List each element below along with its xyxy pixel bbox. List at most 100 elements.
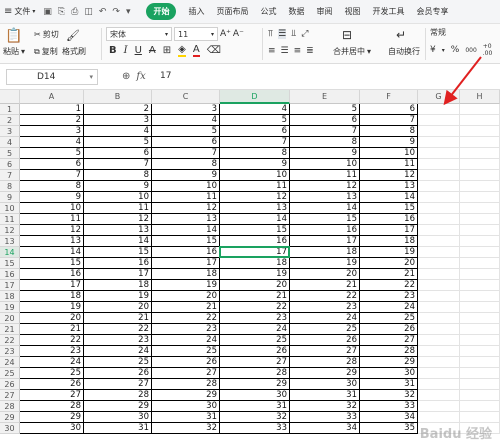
cell-b20[interactable]: 21 <box>84 313 152 324</box>
cell-d10[interactable]: 13 <box>220 203 290 214</box>
thousands-separator-icon[interactable]: 000 <box>465 47 476 54</box>
cell-f20[interactable]: 25 <box>360 313 418 324</box>
cell-f28[interactable]: 33 <box>360 401 418 412</box>
row-header[interactable]: 8 <box>0 181 20 192</box>
cell-c30[interactable]: 32 <box>152 423 220 434</box>
format-painter-label-button[interactable]: 格式刷 <box>62 46 86 57</box>
cell-b3[interactable]: 4 <box>84 126 152 137</box>
cell-f10[interactable]: 15 <box>360 203 418 214</box>
cell-c22[interactable]: 24 <box>152 335 220 346</box>
currency-icon[interactable]: ¥ <box>430 45 436 55</box>
cell-e20[interactable]: 24 <box>290 313 360 324</box>
cell-e16[interactable]: 20 <box>290 269 360 280</box>
row-header[interactable]: 28 <box>0 401 20 412</box>
cell-c17[interactable]: 19 <box>152 280 220 291</box>
cell-a4[interactable]: 4 <box>20 137 84 148</box>
merge-center-button[interactable]: ⊟ <box>342 28 352 42</box>
cell-e25[interactable]: 29 <box>290 368 360 379</box>
cell-a12[interactable]: 12 <box>20 225 84 236</box>
cell-f27[interactable]: 32 <box>360 390 418 401</box>
cell-b5[interactable]: 6 <box>84 148 152 159</box>
fx-icon[interactable]: fx <box>136 71 145 82</box>
cell-h3[interactable] <box>460 126 500 137</box>
cell-g21[interactable] <box>418 324 460 335</box>
cell-h13[interactable] <box>460 236 500 247</box>
cell-h29[interactable] <box>460 412 500 423</box>
cell-c25[interactable]: 27 <box>152 368 220 379</box>
column-header-c[interactable]: C <box>152 90 220 104</box>
cell-g15[interactable] <box>418 258 460 269</box>
cell-f21[interactable]: 26 <box>360 324 418 335</box>
tab-5[interactable]: 审阅 <box>316 6 332 17</box>
align-bottom-icon[interactable]: ⫫ <box>291 29 296 39</box>
cell-e12[interactable]: 16 <box>290 225 360 236</box>
cell-d15[interactable]: 18 <box>220 258 290 269</box>
cell-e6[interactable]: 10 <box>290 159 360 170</box>
align-top-icon[interactable]: ⫪ <box>268 29 273 39</box>
cell-g5[interactable] <box>418 148 460 159</box>
cell-g20[interactable] <box>418 313 460 324</box>
cell-g9[interactable] <box>418 192 460 203</box>
cell-c24[interactable]: 26 <box>152 357 220 368</box>
cell-c2[interactable]: 4 <box>152 115 220 126</box>
cell-e17[interactable]: 21 <box>290 280 360 291</box>
cell-b7[interactable]: 8 <box>84 170 152 181</box>
cell-d19[interactable]: 22 <box>220 302 290 313</box>
cell-h26[interactable] <box>460 379 500 390</box>
cell-c8[interactable]: 10 <box>152 181 220 192</box>
cell-a17[interactable]: 17 <box>20 280 84 291</box>
cell-c15[interactable]: 17 <box>152 258 220 269</box>
cell-d24[interactable]: 27 <box>220 357 290 368</box>
italic-icon[interactable]: I <box>124 45 128 56</box>
cell-a24[interactable]: 24 <box>20 357 84 368</box>
increase-decimal-icon[interactable]: +0 .00 <box>483 43 500 57</box>
cell-a26[interactable]: 26 <box>20 379 84 390</box>
cell-h22[interactable] <box>460 335 500 346</box>
cell-g12[interactable] <box>418 225 460 236</box>
cell-a5[interactable]: 5 <box>20 148 84 159</box>
cell-a15[interactable]: 15 <box>20 258 84 269</box>
cell-d5[interactable]: 8 <box>220 148 290 159</box>
row-header[interactable]: 23 <box>0 346 20 357</box>
cell-e26[interactable]: 30 <box>290 379 360 390</box>
row-header[interactable]: 15 <box>0 258 20 269</box>
row-header[interactable]: 6 <box>0 159 20 170</box>
cell-f5[interactable]: 10 <box>360 148 418 159</box>
cell-b9[interactable]: 10 <box>84 192 152 203</box>
cell-d17[interactable]: 20 <box>220 280 290 291</box>
cell-d7[interactable]: 10 <box>220 170 290 181</box>
cell-g11[interactable] <box>418 214 460 225</box>
redo-icon[interactable]: ↷ <box>112 7 120 17</box>
row-header[interactable]: 26 <box>0 379 20 390</box>
paste-button[interactable]: 📋 <box>5 28 22 44</box>
cell-h14[interactable] <box>460 247 500 258</box>
cell-f24[interactable]: 29 <box>360 357 418 368</box>
cell-c13[interactable]: 15 <box>152 236 220 247</box>
cell-e8[interactable]: 12 <box>290 181 360 192</box>
cell-h5[interactable] <box>460 148 500 159</box>
paste-label-button[interactable]: 粘贴 ▾ <box>3 46 25 57</box>
row-header[interactable]: 12 <box>0 225 20 236</box>
cell-f4[interactable]: 9 <box>360 137 418 148</box>
cell-f13[interactable]: 18 <box>360 236 418 247</box>
cell-g26[interactable] <box>418 379 460 390</box>
cut-button[interactable]: ✂ 剪切 <box>34 29 59 40</box>
cell-a20[interactable]: 20 <box>20 313 84 324</box>
cell-h19[interactable] <box>460 302 500 313</box>
cell-b2[interactable]: 3 <box>84 115 152 126</box>
cell-d27[interactable]: 30 <box>220 390 290 401</box>
cell-b19[interactable]: 20 <box>84 302 152 313</box>
cell-e9[interactable]: 13 <box>290 192 360 203</box>
cell-c16[interactable]: 18 <box>152 269 220 280</box>
cell-a1[interactable]: 1 <box>20 104 84 115</box>
cell-h27[interactable] <box>460 390 500 401</box>
cell-h17[interactable] <box>460 280 500 291</box>
align-right-icon[interactable]: ≡ <box>294 46 302 56</box>
font-name-select[interactable]: 宋体 ▾ <box>106 27 172 41</box>
cell-d29[interactable]: 32 <box>220 412 290 423</box>
fill-color-icon[interactable]: ◈ <box>178 44 186 57</box>
row-header[interactable]: 10 <box>0 203 20 214</box>
column-header-a[interactable]: A <box>20 90 84 104</box>
cell-f11[interactable]: 16 <box>360 214 418 225</box>
column-header-d[interactable]: D <box>220 90 290 104</box>
